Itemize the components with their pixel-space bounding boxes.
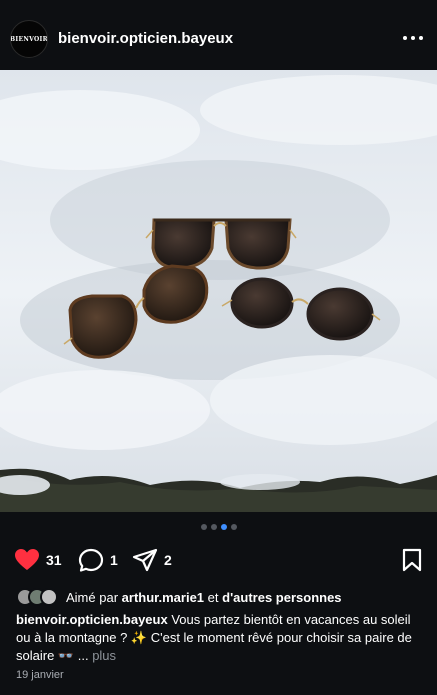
caption-ellipsis: ... bbox=[77, 648, 89, 663]
share-icon[interactable] bbox=[132, 548, 158, 572]
comment-icon[interactable] bbox=[78, 548, 104, 572]
carousel-indicator bbox=[0, 524, 437, 534]
more-options-button[interactable] bbox=[401, 29, 425, 47]
caption-username[interactable]: bienvoir.opticien.bayeux bbox=[16, 612, 168, 627]
heart-icon[interactable] bbox=[14, 548, 40, 572]
share-action: 2 bbox=[132, 548, 172, 572]
liked-by-row[interactable]: Aimé par arthur.marie1 et d'autres perso… bbox=[16, 586, 342, 608]
shares-count[interactable]: 2 bbox=[164, 552, 172, 568]
account-username[interactable]: bienvoir.opticien.bayeux bbox=[58, 30, 233, 47]
liked-others[interactable]: d'autres personnes bbox=[222, 590, 341, 605]
carousel-dot bbox=[200, 524, 207, 530]
post-caption: bienvoir.opticien.bayeux Vous partez bie… bbox=[16, 611, 426, 665]
likes-count[interactable]: 31 bbox=[46, 552, 62, 568]
liked-connector: et bbox=[207, 589, 219, 605]
bookmark-icon[interactable] bbox=[401, 548, 423, 572]
liker-username[interactable]: arthur.marie1 bbox=[122, 590, 204, 605]
post-date: 19 janvier bbox=[16, 669, 64, 681]
liked-prefix: Aimé par bbox=[66, 589, 119, 605]
sunglasses-in-snow-image bbox=[0, 70, 437, 512]
save-action bbox=[401, 548, 423, 572]
comments-count[interactable]: 1 bbox=[110, 552, 118, 568]
post-actions: 31 1 2 bbox=[0, 544, 437, 576]
post-photo[interactable] bbox=[0, 70, 437, 512]
liker-avatar bbox=[40, 588, 58, 606]
post-header: BIENVOIR bienvoir.opticien.bayeux bbox=[0, 0, 437, 70]
carousel-dot bbox=[230, 524, 237, 530]
account-avatar[interactable]: BIENVOIR bbox=[10, 20, 48, 58]
carousel-dot-active bbox=[220, 524, 227, 530]
like-action: 31 bbox=[14, 548, 62, 572]
carousel-dot bbox=[210, 524, 217, 530]
liked-by-text: Aimé par arthur.marie1 et d'autres perso… bbox=[66, 590, 342, 605]
caption-more-link[interactable]: plus bbox=[92, 648, 116, 663]
comment-action: 1 bbox=[78, 548, 118, 572]
more-icon bbox=[403, 36, 423, 40]
avatar-logo-text: BIENVOIR bbox=[10, 35, 48, 43]
